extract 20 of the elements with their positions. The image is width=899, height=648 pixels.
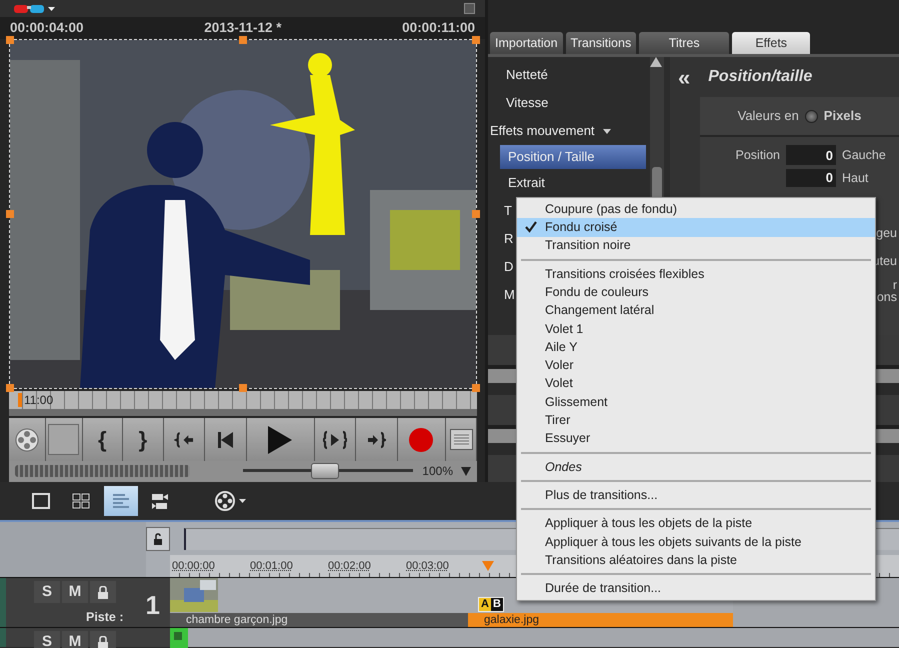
field-unit: Gauche — [842, 146, 886, 164]
field-label: Position — [734, 146, 780, 164]
time-label: 00:01:00 — [249, 558, 294, 574]
time-label: 00:03:00 — [405, 558, 450, 574]
time-label: 00:02:00 — [327, 558, 372, 574]
track-number: 1 — [146, 589, 160, 622]
time-label: 00:00:00 — [171, 558, 216, 574]
panel-title: Position/taille — [708, 67, 812, 87]
radio-label: Pixels — [824, 107, 862, 126]
timecode: 00:00:11:00 — [402, 18, 475, 37]
units-label: Valeurs en — [738, 107, 799, 126]
clip-name: chambre garçon.jpg — [170, 613, 468, 627]
field-label: geu — [876, 224, 897, 242]
clip-name: galaxie.jpg — [468, 613, 733, 627]
playhead-time: 11:00 — [24, 392, 54, 409]
preview-title: 2013-11-12 * — [204, 18, 282, 37]
timecode: 00:00:04:00 — [10, 18, 84, 37]
zoom-value: 100% — [422, 463, 453, 480]
field-unit: Haut — [842, 170, 868, 187]
track-label: Piste : — [86, 609, 124, 626]
